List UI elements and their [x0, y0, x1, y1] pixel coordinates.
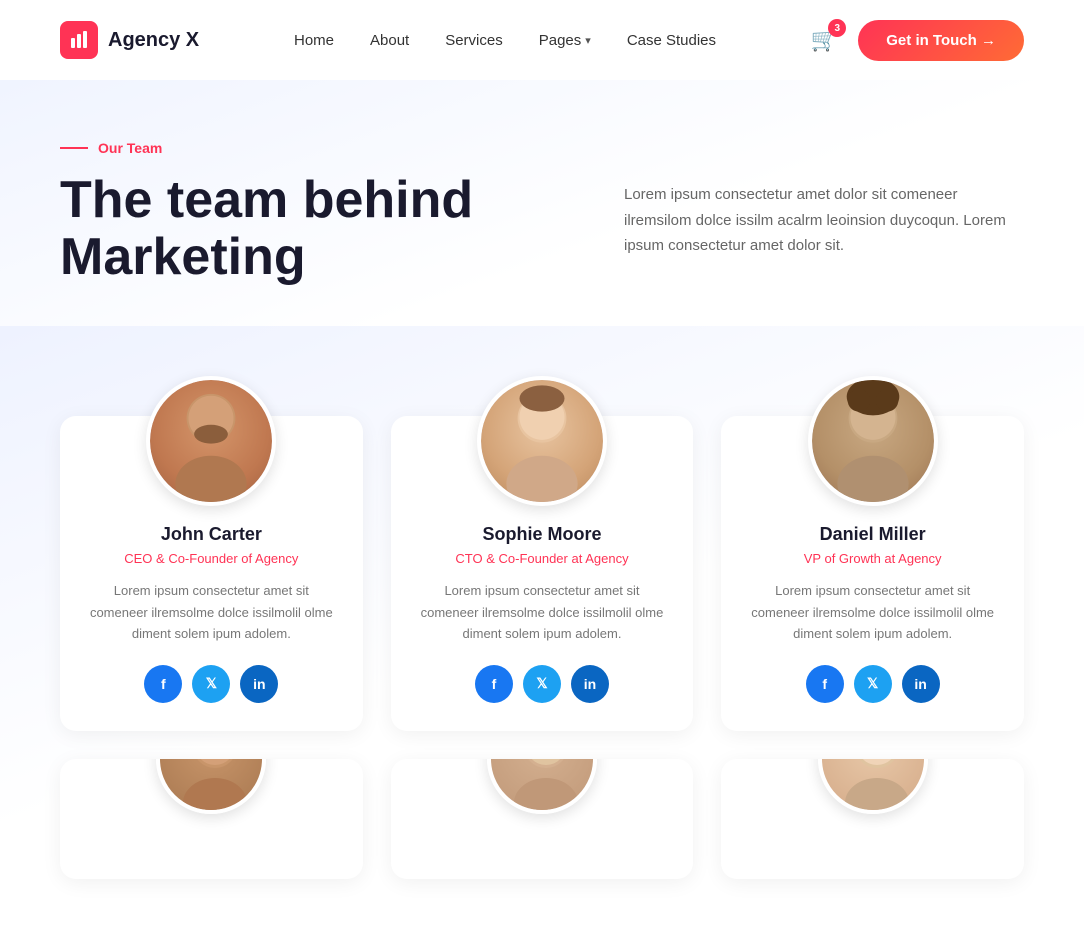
- hero-title-line1: The team behind: [60, 171, 473, 229]
- cart-button[interactable]: 🛒 3: [811, 27, 838, 53]
- member-role-john: CEO & Co-Founder of Agency: [124, 551, 298, 566]
- twitter-btn-john[interactable]: 𝕏: [192, 665, 230, 703]
- linkedin-btn-sophie[interactable]: in: [571, 665, 609, 703]
- team-card-sophie: Sophie Moore CTO & Co-Founder at Agency …: [391, 416, 694, 730]
- linkedin-btn-john[interactable]: in: [240, 665, 278, 703]
- nav-about[interactable]: About: [370, 32, 409, 49]
- facebook-btn-sophie[interactable]: f: [475, 665, 513, 703]
- avatar-john: [146, 376, 276, 506]
- section-label-text: Our Team: [98, 140, 162, 156]
- hero-description: Lorem ipsum consectetur amet dolor sit c…: [624, 172, 1024, 259]
- get-in-touch-button[interactable]: Get in Touch →: [858, 20, 1024, 61]
- section-label: Our Team: [60, 140, 1024, 156]
- avatar-sophie: [477, 376, 607, 506]
- avatar-bottom-1: [156, 759, 266, 814]
- nav-right: 🛒 3 Get in Touch →: [811, 20, 1024, 61]
- team-card-bottom-1: [60, 759, 363, 879]
- logo-icon: [60, 21, 98, 59]
- social-links-sophie: f 𝕏 in: [475, 665, 609, 703]
- avatar-daniel: [808, 376, 938, 506]
- nav-home[interactable]: Home: [294, 32, 334, 49]
- nav-services[interactable]: Services: [445, 32, 503, 49]
- social-links-daniel: f 𝕏 in: [806, 665, 940, 703]
- team-card-john: John Carter CEO & Co-Founder of Agency L…: [60, 416, 363, 730]
- member-role-daniel: VP of Growth at Agency: [804, 551, 942, 566]
- logo[interactable]: Agency X: [60, 21, 199, 59]
- team-grid: John Carter CEO & Co-Founder of Agency L…: [60, 346, 1024, 730]
- team-card-bottom-3: [721, 759, 1024, 879]
- nav-pages-label[interactable]: Pages: [539, 32, 582, 49]
- team-card-bottom-2: [391, 759, 694, 879]
- team-card-daniel: Daniel Miller VP of Growth at Agency Lor…: [721, 416, 1024, 730]
- social-links-john: f 𝕏 in: [144, 665, 278, 703]
- hero-section: Our Team The team behind Marketing Lorem…: [0, 80, 1084, 326]
- member-name-daniel: Daniel Miller: [820, 524, 926, 545]
- member-desc-sophie: Lorem ipsum consectetur amet sit comenee…: [415, 580, 670, 644]
- member-name-sophie: Sophie Moore: [482, 524, 601, 545]
- hero-title: The team behind Marketing: [60, 172, 473, 286]
- nav-links: Home About Services Pages ▾ Case Studies: [294, 32, 716, 49]
- member-desc-daniel: Lorem ipsum consectetur amet sit comenee…: [745, 580, 1000, 644]
- navbar: Agency X Home About Services Pages ▾ Cas…: [0, 0, 1084, 80]
- logo-text: Agency X: [108, 29, 199, 52]
- nav-case-studies[interactable]: Case Studies: [627, 32, 716, 49]
- facebook-btn-john[interactable]: f: [144, 665, 182, 703]
- avatar-bottom-3: [818, 759, 928, 814]
- linkedin-btn-daniel[interactable]: in: [902, 665, 940, 703]
- hero-title-line2: Marketing: [60, 228, 306, 286]
- nav-pages[interactable]: Pages ▾: [539, 32, 591, 49]
- avatar-bottom-2: [487, 759, 597, 814]
- facebook-btn-daniel[interactable]: f: [806, 665, 844, 703]
- hero-content: The team behind Marketing Lorem ipsum co…: [60, 172, 1024, 286]
- cart-badge: 3: [828, 19, 846, 37]
- member-role-sophie: CTO & Co-Founder at Agency: [455, 551, 628, 566]
- member-name-john: John Carter: [161, 524, 262, 545]
- twitter-btn-sophie[interactable]: 𝕏: [523, 665, 561, 703]
- chevron-down-icon: ▾: [585, 34, 591, 47]
- twitter-btn-daniel[interactable]: 𝕏: [854, 665, 892, 703]
- member-desc-john: Lorem ipsum consectetur amet sit comenee…: [84, 580, 339, 644]
- team-bottom-row: [60, 759, 1024, 879]
- team-section: John Carter CEO & Co-Founder of Agency L…: [0, 326, 1084, 938]
